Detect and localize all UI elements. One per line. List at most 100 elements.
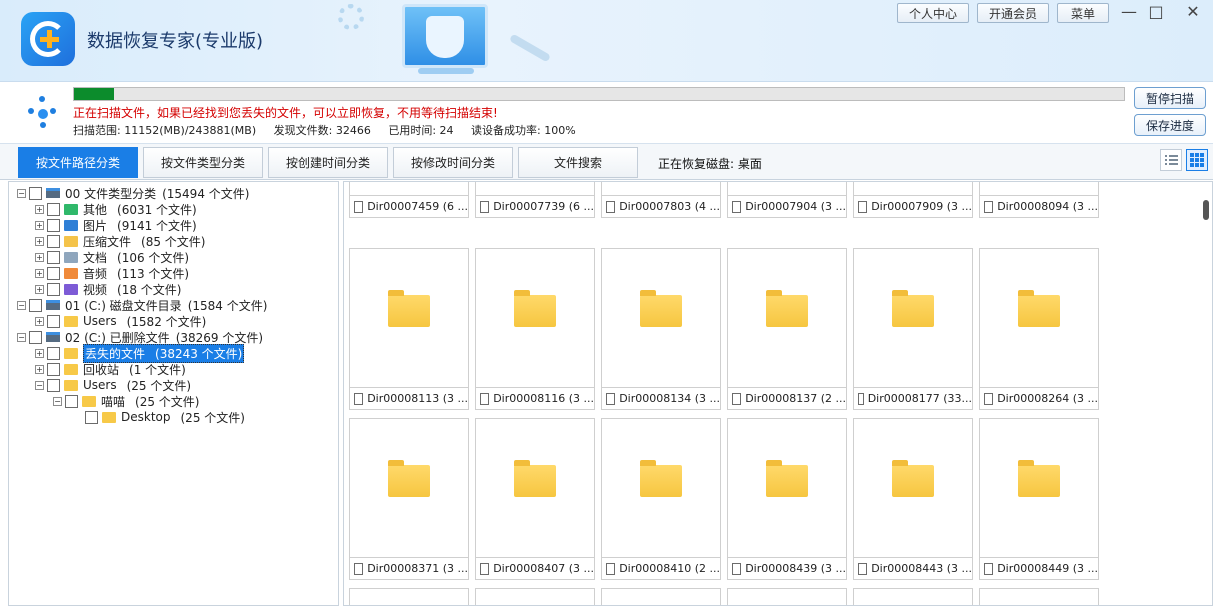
expand-toggle-icon[interactable]: + — [35, 268, 44, 278]
folder-item-partial[interactable] — [853, 588, 973, 605]
tree-node[interactable]: + 图片 (9141 个文件) — [35, 217, 197, 233]
tree-checkbox[interactable] — [47, 202, 60, 216]
folder-thumbnail[interactable] — [475, 182, 595, 196]
close-button[interactable]: ✕ — [1182, 2, 1204, 22]
item-checkbox[interactable] — [858, 562, 868, 575]
folder-thumbnail[interactable] — [727, 248, 847, 388]
tab-by-type[interactable]: 按文件类型分类 — [143, 147, 263, 178]
folder-item[interactable]: Dir00008264 (3 ... — [979, 248, 1099, 410]
folder-item-partial[interactable] — [727, 588, 847, 605]
tree-checkbox[interactable] — [47, 378, 60, 392]
folder-thumbnail[interactable] — [853, 418, 973, 558]
tree-checkbox[interactable] — [29, 330, 42, 344]
list-view-icon[interactable] — [1160, 149, 1182, 171]
tree-node[interactable]: − 01 (C:) 磁盘文件目录 (1584 个文件) — [17, 297, 267, 313]
folder-item[interactable]: Dir00008443 (3 ... — [853, 418, 973, 580]
expand-toggle-icon[interactable]: − — [53, 396, 62, 406]
item-checkbox[interactable] — [732, 392, 742, 405]
folder-thumbnail[interactable] — [979, 248, 1099, 388]
tree-node[interactable]: + Users (1582 个文件) — [35, 313, 206, 329]
folder-thumbnail[interactable] — [349, 248, 469, 388]
tab-by-modified[interactable]: 按修改时间分类 — [393, 147, 513, 178]
maximize-button[interactable]: □ — [1145, 2, 1167, 22]
tree-node[interactable]: + 文档 (106 个文件) — [35, 249, 189, 265]
tree-node[interactable]: + 音频 (113 个文件) — [35, 265, 189, 281]
tree-node[interactable]: + 丢失的文件 (38243 个文件) — [35, 343, 245, 363]
folder-thumbnail[interactable] — [727, 182, 847, 196]
tree-node[interactable]: + 回收站 (1 个文件) — [35, 361, 186, 377]
expand-toggle-icon[interactable]: + — [35, 204, 44, 214]
tree-checkbox[interactable] — [47, 266, 60, 280]
pause-scan-button[interactable]: 暂停扫描 — [1134, 87, 1206, 109]
folder-item[interactable]: Dir00007904 (3 ... — [727, 182, 847, 218]
item-checkbox[interactable] — [858, 392, 864, 405]
folder-thumbnail[interactable] — [601, 248, 721, 388]
item-checkbox[interactable] — [480, 392, 490, 405]
folder-item[interactable]: Dir00008177 (33... — [853, 248, 973, 410]
item-checkbox[interactable] — [984, 392, 994, 405]
tree-node[interactable]: − 00 文件类型分类 (15494 个文件) — [17, 185, 249, 201]
folder-thumbnail[interactable] — [853, 182, 973, 196]
expand-toggle-icon[interactable]: + — [35, 348, 44, 358]
tree-checkbox[interactable] — [65, 394, 78, 408]
item-checkbox[interactable] — [354, 200, 364, 213]
grid-view-icon[interactable] — [1186, 149, 1208, 171]
folder-item[interactable]: Dir00008410 (2 ... — [601, 418, 721, 580]
tree-node[interactable]: + 其他 (6031 个文件) — [35, 201, 197, 217]
expand-toggle-icon[interactable]: + — [35, 236, 44, 246]
folder-thumbnail[interactable] — [601, 418, 721, 558]
expand-toggle-icon[interactable]: + — [35, 364, 44, 374]
tree-node[interactable]: + 压缩文件 (85 个文件) — [35, 233, 205, 249]
folder-thumbnail[interactable] — [601, 182, 721, 196]
membership-button[interactable]: 开通会员 — [977, 3, 1049, 23]
grid-scrollbar[interactable] — [1203, 200, 1209, 220]
item-checkbox[interactable] — [984, 562, 994, 575]
folder-item-partial[interactable] — [979, 588, 1099, 605]
tree-node[interactable]: + 视频 (18 个文件) — [35, 281, 181, 297]
folder-item[interactable]: Dir00008134 (3 ... — [601, 248, 721, 410]
folder-item[interactable]: Dir00007739 (6 ... — [475, 182, 595, 218]
folder-item[interactable]: Dir00008113 (3 ... — [349, 248, 469, 410]
tree-checkbox[interactable] — [47, 282, 60, 296]
folder-item[interactable]: Dir00008439 (3 ... — [727, 418, 847, 580]
folder-item[interactable]: Dir00008137 (2 ... — [727, 248, 847, 410]
folder-thumbnail[interactable] — [727, 418, 847, 558]
folder-item[interactable]: Dir00008094 (3 ... — [979, 182, 1099, 218]
folder-item-partial[interactable] — [475, 588, 595, 605]
folder-item[interactable]: Dir00008449 (3 ... — [979, 418, 1099, 580]
tree-checkbox[interactable] — [29, 298, 42, 312]
tab-by-path[interactable]: 按文件路径分类 — [18, 147, 138, 178]
folder-item-partial[interactable] — [601, 588, 721, 605]
folder-thumbnail[interactable] — [979, 182, 1099, 196]
expand-toggle-icon[interactable]: − — [17, 300, 26, 310]
folder-item[interactable]: Dir00008371 (3 ... — [349, 418, 469, 580]
expand-toggle-icon[interactable]: + — [35, 220, 44, 230]
item-checkbox[interactable] — [732, 562, 742, 575]
expand-toggle-icon[interactable]: + — [35, 252, 44, 262]
tree-checkbox[interactable] — [85, 410, 98, 424]
item-checkbox[interactable] — [480, 562, 490, 575]
save-progress-button[interactable]: 保存进度 — [1134, 114, 1206, 136]
item-checkbox[interactable] — [606, 562, 616, 575]
tree-checkbox[interactable] — [47, 362, 60, 376]
folder-item[interactable]: Dir00007459 (6 ... — [349, 182, 469, 218]
folder-thumbnail[interactable] — [349, 182, 469, 196]
folder-thumbnail[interactable] — [979, 418, 1099, 558]
tree-node[interactable]: Desktop (25 个文件) — [73, 409, 245, 425]
item-checkbox[interactable] — [858, 200, 868, 213]
tree-checkbox[interactable] — [47, 234, 60, 248]
tree-checkbox[interactable] — [47, 346, 60, 360]
tree-checkbox[interactable] — [47, 314, 60, 328]
folder-thumbnail[interactable] — [475, 248, 595, 388]
tree-checkbox[interactable] — [29, 186, 42, 200]
menu-button[interactable]: 菜单 — [1057, 3, 1109, 23]
expand-toggle-icon[interactable]: + — [35, 316, 44, 326]
folder-thumbnail[interactable] — [853, 248, 973, 388]
tab-by-created[interactable]: 按创建时间分类 — [268, 147, 388, 178]
item-checkbox[interactable] — [732, 200, 742, 213]
expand-toggle-icon[interactable]: − — [17, 188, 26, 198]
folder-item[interactable]: Dir00008407 (3 ... — [475, 418, 595, 580]
folder-item[interactable]: Dir00007803 (4 ... — [601, 182, 721, 218]
expand-toggle-icon[interactable]: + — [35, 284, 44, 294]
tab-file-search[interactable]: 文件搜索 — [518, 147, 638, 178]
